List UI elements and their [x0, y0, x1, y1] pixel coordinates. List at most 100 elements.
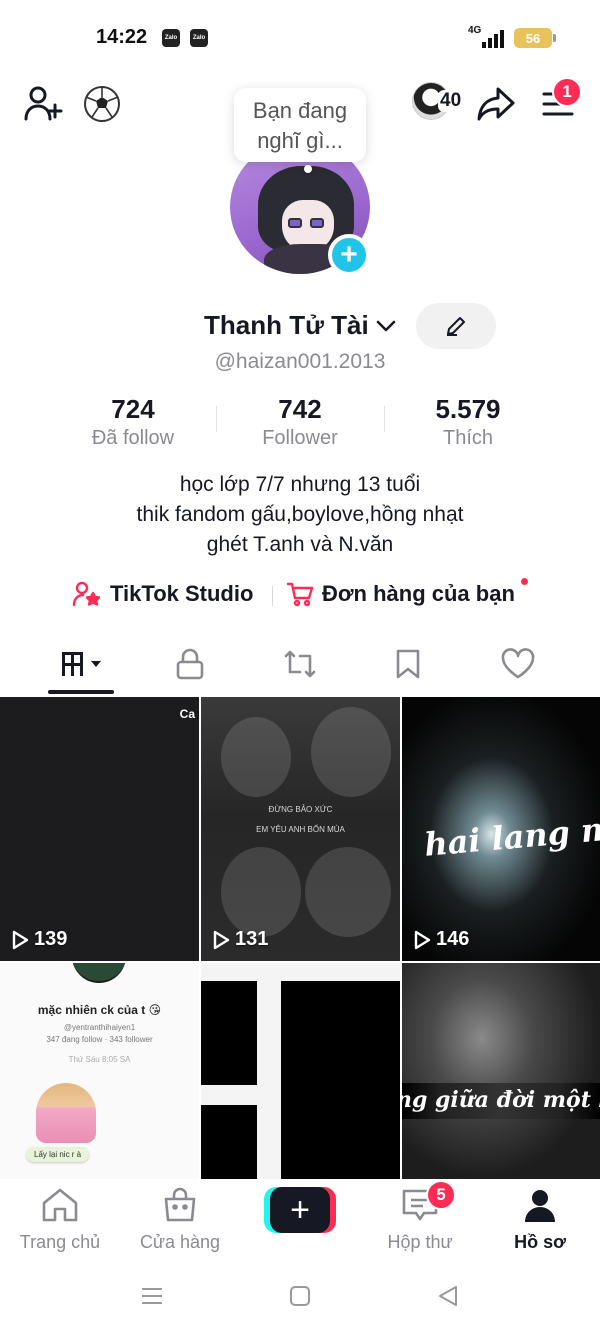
bio-line: ghét T.anh và N.văn: [206, 533, 394, 556]
nav-profile[interactable]: Hồ sơ: [480, 1187, 600, 1253]
inbox-badge: 5: [426, 1180, 456, 1210]
tiktok-studio-link[interactable]: TikTok Studio: [72, 580, 253, 608]
nav-home[interactable]: Trang chủ: [0, 1187, 120, 1253]
bottom-navigation: Trang chủ Cửa hàng + Hộp thư Hồ sơ: [0, 1179, 600, 1259]
video-thumbnail[interactable]: Ca 139: [0, 697, 199, 961]
orders-label: Đơn hàng của bạn: [322, 581, 515, 606]
thought-bubble[interactable]: Bạn đang nghĩ gì...: [234, 88, 366, 162]
video-caption: EM YÊU ANH BỐN MÙA: [256, 825, 345, 834]
stat-following[interactable]: 724 Đã follow: [48, 394, 218, 450]
thought-bubble-tail: [304, 165, 312, 173]
video-grid-icon: [62, 652, 101, 676]
home-icon: [42, 1188, 78, 1222]
profile-stats: 724 Đã follow 742 Follower 5.579 Thích: [0, 394, 600, 454]
stat-likes-value: 5.579: [435, 394, 501, 424]
orders-notification-dot: [521, 578, 528, 585]
create-button[interactable]: +: [264, 1187, 336, 1233]
video-grid: Ca 139 ĐỪNG BẢO XỨC EM YÊU ANH BỐN MÙA 1…: [0, 697, 600, 1179]
video-caption: 347 đang follow · 343 follower: [46, 1035, 153, 1044]
stat-likes-label: Thích: [442, 427, 494, 449]
stat-following-label: Đã follow: [91, 427, 175, 449]
repost-icon: [284, 650, 316, 678]
video-caption: Lấy lại nic r à: [26, 1147, 90, 1162]
tab-liked[interactable]: [478, 640, 558, 688]
stat-following-value: 724: [111, 394, 155, 424]
orders-link[interactable]: Đơn hàng của bạn: [286, 580, 515, 608]
play-count-value: 139: [34, 928, 68, 950]
tab-favorites[interactable]: [368, 640, 448, 688]
tab-videos[interactable]: [44, 640, 124, 688]
cart-icon: [286, 582, 314, 607]
play-icon: [213, 930, 230, 949]
heart-icon: [501, 648, 535, 679]
recent-apps-icon[interactable]: [140, 1284, 164, 1313]
system-navigation: [0, 1270, 600, 1333]
profile-icon: [525, 1190, 555, 1222]
video-caption: @yentranthihaiyen1: [63, 1023, 136, 1032]
signal-icon: [482, 28, 504, 48]
nav-shop[interactable]: Cửa hàng: [120, 1187, 240, 1253]
tiktok-studio-label: TikTok Studio: [110, 581, 254, 606]
video-thumbnail[interactable]: ng giữa đời một bức: [402, 963, 600, 1179]
battery-icon: 56: [514, 28, 556, 48]
play-icon: [414, 930, 431, 949]
shopping-bag-icon: [164, 1187, 196, 1222]
menu-notification-badge: 1: [552, 77, 582, 107]
nav-shop-label: Cửa hàng: [139, 1232, 221, 1252]
video-thumbnail[interactable]: mặc nhiên ck của t 😘 @yentranthihaiyen1 …: [0, 963, 199, 1179]
play-count: 131: [211, 928, 268, 951]
video-thumbnail[interactable]: hai lang mực" 146: [402, 697, 600, 961]
capcut-watermark: Ca: [179, 707, 195, 721]
bio-line: học lớp 7/7 nhưng 13 tuổi: [179, 473, 421, 496]
profile-tabs: [0, 640, 600, 696]
nav-inbox[interactable]: Hộp thư: [360, 1187, 480, 1253]
creator-star-icon: [72, 581, 101, 607]
soccer-ball-icon[interactable]: [82, 84, 122, 124]
home-button-icon[interactable]: [288, 1284, 312, 1313]
play-count-value: 131: [235, 928, 269, 950]
chevron-down-icon[interactable]: [374, 316, 398, 341]
stat-followers-value: 742: [278, 394, 322, 424]
pencil-icon: [447, 317, 465, 336]
profile-bio: học lớp 7/7 nhưng 13 tuổi thik fandom gấ…: [0, 470, 600, 560]
video-caption: ĐỪNG BẢO XỨC: [268, 805, 333, 814]
nav-inbox-label: Hộp thư: [387, 1232, 453, 1252]
stat-followers-label: Follower: [262, 427, 338, 449]
video-caption: ng giữa đời một bức: [402, 1087, 600, 1113]
thought-bubble-line2: nghĩ gì...: [257, 128, 343, 153]
tab-private[interactable]: [150, 640, 230, 688]
play-icon: [12, 930, 29, 949]
thumbnail-avatar: [72, 963, 126, 983]
zalo-notification-icon: Zalo: [162, 29, 180, 47]
nav-home-label: Trang chủ: [19, 1232, 101, 1252]
viewer-count: 40: [438, 90, 464, 112]
thumbnail-illustration: [36, 1083, 96, 1143]
video-thumbnail[interactable]: ĐỪNG BẢO XỨC EM YÊU ANH BỐN MÙA 131: [201, 697, 400, 961]
video-caption: Thứ Sáu 8:05 SA: [68, 1055, 131, 1064]
add-friend-icon[interactable]: [22, 82, 64, 124]
bio-line: thik fandom gấu,boylove,hồng nhạt: [136, 503, 464, 526]
status-bar: 14:22 Zalo Zalo 4G 56: [0, 0, 600, 76]
link-divider: [272, 586, 273, 606]
bookmark-icon: [396, 649, 420, 679]
plus-icon: +: [270, 1187, 330, 1233]
share-icon[interactable]: [474, 82, 518, 126]
play-count: 146: [412, 928, 469, 951]
add-story-button[interactable]: +: [328, 234, 370, 276]
status-time: 14:22: [96, 26, 148, 48]
tab-reposts[interactable]: [260, 640, 340, 688]
stat-likes[interactable]: 5.579 Thích: [383, 394, 553, 450]
back-icon[interactable]: [436, 1284, 460, 1313]
active-tab-indicator: [48, 690, 114, 694]
lock-icon: [176, 648, 204, 680]
profile-viewers[interactable]: 40: [412, 82, 464, 120]
play-count-value: 146: [436, 928, 470, 950]
video-caption: mặc nhiên ck của t 😘: [37, 1003, 162, 1017]
edit-profile-button[interactable]: [416, 303, 496, 349]
display-name[interactable]: Thanh Tử Tài: [204, 310, 369, 341]
nav-profile-label: Hồ sơ: [514, 1232, 566, 1252]
network-type: 4G: [468, 25, 482, 36]
thought-bubble-line1: Bạn đang: [252, 98, 348, 123]
video-thumbnail[interactable]: [201, 963, 400, 1179]
stat-followers[interactable]: 742 Follower: [215, 394, 385, 450]
